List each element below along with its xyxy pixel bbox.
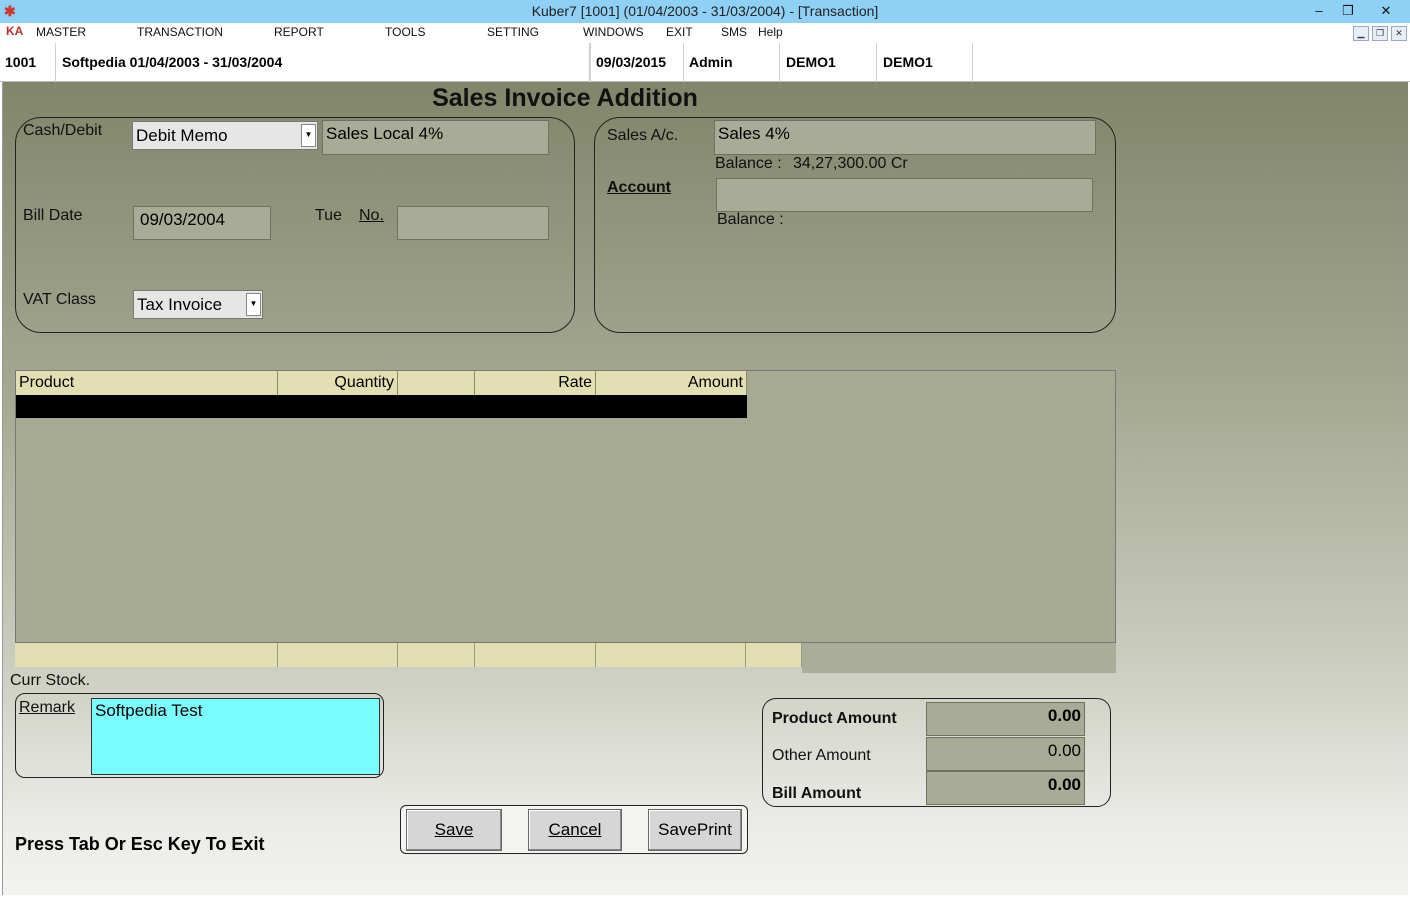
form-title: Sales Invoice Addition (432, 84, 698, 112)
grid-footer-cell (278, 643, 398, 667)
save-button[interactable]: Save (406, 809, 502, 851)
product-amount-label: Product Amount (772, 710, 897, 727)
mdi-restore-button[interactable]: ❐ (1372, 26, 1388, 41)
mdi-close-button[interactable]: ✕ (1391, 26, 1407, 41)
database-2: DEMO1 (878, 43, 973, 82)
day-label: Tue (315, 207, 342, 224)
menu-report[interactable]: REPORT (274, 25, 324, 39)
other-amount-label: Other Amount (772, 747, 871, 764)
remark-label: Remark (19, 699, 76, 716)
user-name: Admin (684, 43, 780, 82)
menu-windows[interactable]: WINDOWS (583, 25, 644, 39)
grid-header-amount[interactable]: Amount (596, 371, 747, 395)
dropdown-arrow-icon[interactable]: ▼ (246, 293, 261, 316)
remark-input[interactable]: Softpedia Test (91, 698, 380, 775)
vat-class-select[interactable]: Tax Invoice ▼ (133, 290, 263, 319)
grid-header-product[interactable]: Product (16, 371, 278, 395)
cash-debit-select[interactable]: Debit Memo ▼ (132, 121, 318, 150)
bill-no-label: No. (359, 207, 384, 224)
grid-footer-cell (596, 643, 746, 667)
grid-footer-cell (15, 643, 278, 667)
menu-master[interactable]: MASTER (36, 25, 86, 39)
grid-footer-cell (398, 643, 475, 667)
other-amount-field[interactable]: 0.00 (926, 737, 1085, 771)
grid-footer-cell (746, 643, 802, 667)
database-1: DEMO1 (781, 43, 877, 82)
bill-date-field[interactable]: 09/03/2004 (133, 206, 271, 240)
bill-amount-field: 0.00 (926, 771, 1085, 805)
account-balance-label: Balance : (717, 211, 784, 228)
sales-balance-value: 34,27,300.00 Cr (793, 155, 908, 172)
table-row[interactable] (16, 395, 747, 418)
menu-tools[interactable]: TOOLS (385, 25, 425, 39)
menu-exit[interactable]: EXIT (666, 25, 693, 39)
grid-footer-cell (475, 643, 596, 667)
vat-class-label: VAT Class (23, 291, 96, 308)
menu-help[interactable]: Help (758, 25, 783, 39)
bill-date-label: Bill Date (23, 207, 83, 224)
account-field[interactable] (716, 178, 1093, 212)
product-amount-field: 0.00 (926, 702, 1085, 736)
menu-transaction[interactable]: TRANSACTION (137, 25, 223, 39)
sales-ac-label: Sales A/c. (607, 127, 679, 144)
cash-debit-value: Debit Memo (136, 126, 228, 145)
dropdown-arrow-icon[interactable]: ▼ (301, 124, 316, 147)
save-print-button[interactable]: SavePrint (648, 809, 742, 851)
mdi-minimize-button[interactable]: ▁ (1353, 26, 1369, 41)
sales-ac-field[interactable]: Sales 4% (714, 120, 1096, 155)
cancel-button[interactable]: Cancel (528, 809, 622, 851)
grid-header-unit[interactable] (398, 371, 475, 395)
vat-class-value: Tax Invoice (137, 295, 223, 314)
bill-no-field[interactable] (397, 206, 549, 240)
sales-local-field[interactable]: Sales Local 4% (322, 120, 549, 155)
mdi-app-icon: KA (6, 24, 24, 38)
restore-button[interactable]: ❒ (1331, 0, 1365, 23)
bill-amount-label: Bill Amount (772, 785, 862, 802)
system-date: 09/03/2015 (590, 43, 684, 82)
company-code: 1001 (0, 43, 56, 82)
menu-sms[interactable]: SMS (721, 25, 747, 39)
grid-header-rate[interactable]: Rate (475, 371, 596, 395)
exit-hint: Press Tab Or Esc Key To Exit (15, 834, 265, 854)
menu-setting[interactable]: SETTING (487, 25, 539, 39)
sales-balance-label: Balance : (715, 155, 782, 172)
cash-debit-label: Cash/Debit (23, 122, 103, 139)
grid-header-quantity[interactable]: Quantity (278, 371, 398, 395)
account-label: Account (607, 179, 671, 196)
company-period: Softpedia 01/04/2003 - 31/03/2004 (57, 43, 590, 82)
grid-footer-filler (802, 643, 1116, 673)
close-button[interactable]: ✕ (1366, 0, 1406, 23)
window-title: Kuber7 [1001] (01/04/2003 - 31/03/2004) … (531, 3, 879, 19)
curr-stock-label: Curr Stock. (10, 672, 91, 689)
